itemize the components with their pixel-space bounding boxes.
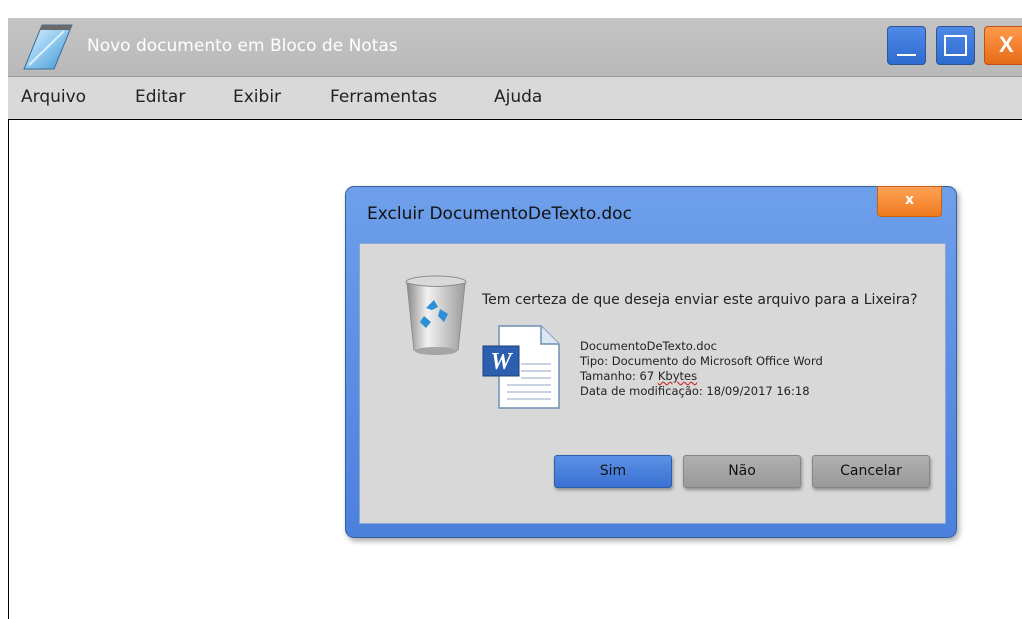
recycle-bin-icon (405, 275, 467, 355)
cancel-button[interactable]: Cancelar (812, 455, 930, 488)
minimize-icon (897, 54, 916, 56)
file-type: Tipo: Documento do Microsoft Office Word (580, 354, 823, 368)
no-button[interactable]: Não (683, 455, 801, 488)
menu-arquivo[interactable]: Arquivo (21, 87, 86, 107)
menu-bar: Arquivo Editar Exibir Ferramentas Ajuda (8, 77, 1022, 120)
file-size-prefix: Tamanho: 67 (580, 369, 658, 383)
yes-button[interactable]: Sim (554, 455, 672, 488)
maximize-icon (944, 35, 967, 56)
dialog-body: Tem certeza de que deseja enviar este ar… (359, 243, 946, 524)
notepad-icon (23, 24, 73, 70)
close-icon: x (905, 192, 915, 208)
menu-exibir[interactable]: Exibir (233, 87, 281, 107)
editor-left-border (8, 119, 9, 619)
file-info: DocumentoDeTexto.doc Tipo: Documento do … (580, 339, 823, 399)
dialog-close-button[interactable]: x (877, 186, 942, 217)
title-bar[interactable]: Novo documento em Bloco de Notas X (8, 18, 1022, 77)
minimize-button[interactable] (887, 26, 926, 65)
file-modified: Data de modificação: 18/09/2017 16:18 (580, 384, 810, 398)
menu-editar[interactable]: Editar (135, 87, 185, 107)
window-title: Novo documento em Bloco de Notas (87, 36, 398, 56)
svg-text:W: W (490, 349, 513, 375)
maximize-button[interactable] (936, 26, 975, 65)
close-window-button[interactable]: X (984, 26, 1022, 65)
file-size: Tamanho: 67 Kbytes (580, 369, 823, 384)
delete-dialog: Excluir DocumentoDeTexto.doc x Tem certe… (345, 186, 957, 538)
file-size-unit: Kbytes (657, 369, 698, 383)
menu-ajuda[interactable]: Ajuda (494, 87, 542, 107)
close-icon: X (999, 32, 1014, 57)
dialog-title: Excluir DocumentoDeTexto.doc (367, 204, 632, 224)
confirm-question: Tem certeza de que deseja enviar este ar… (482, 292, 918, 308)
file-name: DocumentoDeTexto.doc (580, 339, 717, 353)
menu-ferramentas[interactable]: Ferramentas (330, 87, 437, 107)
word-document-icon: W (482, 325, 560, 409)
